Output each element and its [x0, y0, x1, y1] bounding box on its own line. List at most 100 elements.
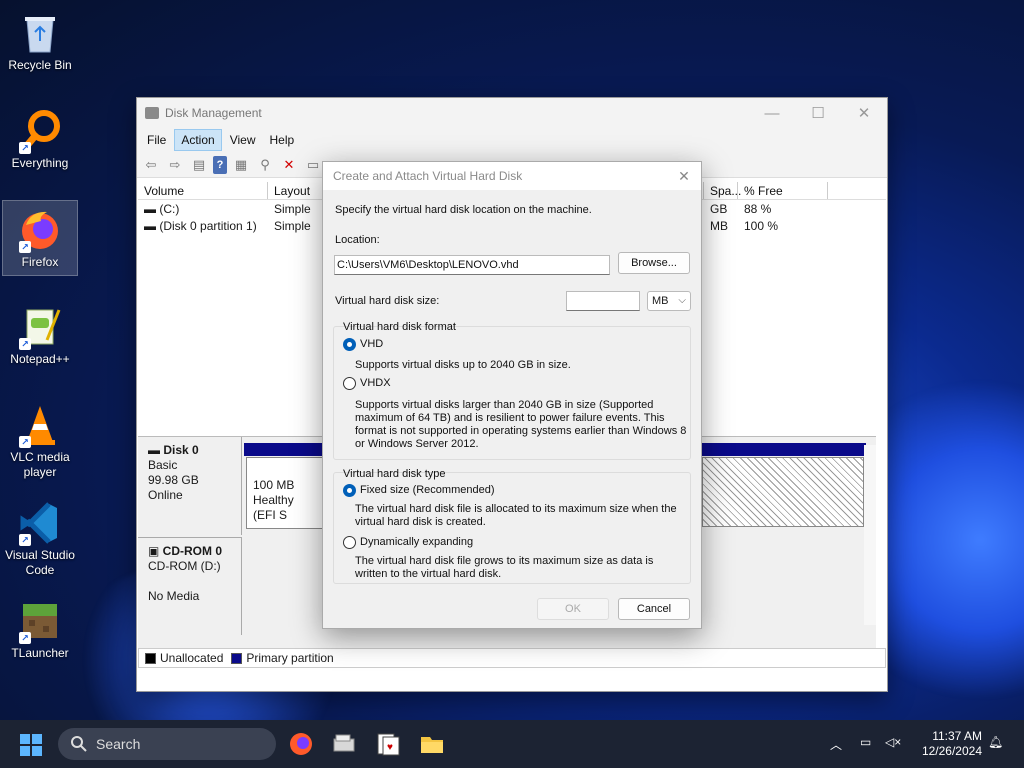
desktop-icon-label: Recycle Bin	[8, 58, 72, 72]
volume-space: MB	[710, 219, 728, 233]
back-icon[interactable]: ⇦	[141, 156, 161, 174]
vlc-icon: ↗	[17, 402, 63, 448]
forward-icon[interactable]: ⇨	[165, 156, 185, 174]
maximize-button[interactable]: ☐	[795, 98, 841, 128]
dynamic-label[interactable]: Dynamically expanding	[360, 536, 473, 549]
taskbar-solitaire[interactable]: ♥	[372, 728, 404, 760]
vhd-radio[interactable]	[343, 338, 356, 351]
fixed-size-radio[interactable]	[343, 484, 356, 497]
notification-bell-icon[interactable]: 🔔︎	[988, 735, 1003, 749]
desktop-icon-label: Everything	[11, 156, 69, 170]
desktop-icon-notepadpp[interactable]: ↗ Notepad++	[2, 298, 78, 374]
tlauncher-icon: ↗	[17, 598, 63, 644]
desktop-icon-vlc[interactable]: ↗ VLC media player	[2, 396, 78, 484]
clock-date: 12/26/2024	[921, 744, 982, 758]
help-icon[interactable]: ?	[213, 155, 227, 174]
shortcut-arrow-icon: ↗	[19, 534, 31, 546]
taskbar-firefox[interactable]	[285, 728, 317, 760]
taskbar-file-explorer[interactable]	[416, 728, 448, 760]
network-icon[interactable]: ▭	[860, 735, 871, 749]
disk-management-icon	[333, 734, 355, 752]
vhdx-label[interactable]: VHDX	[360, 377, 391, 390]
cards-icon: ♥	[377, 733, 400, 756]
desktop-icon-label: Visual Studio Code	[5, 548, 75, 577]
search-box[interactable]: Search	[58, 728, 276, 760]
menu-file[interactable]: File	[141, 130, 172, 150]
create-attach-vhd-dialog: Create and Attach Virtual Hard Disk ✕ Sp…	[322, 161, 702, 629]
shortcut-arrow-icon: ↗	[19, 632, 31, 644]
taskbar: Search ♥ ︿ ▭ ◁× 11:37 AM 12/26/2024 🔔︎	[0, 720, 1024, 768]
cancel-button[interactable]: Cancel	[618, 598, 690, 620]
search-icon	[71, 736, 87, 752]
shortcut-arrow-icon: ↗	[19, 338, 31, 350]
window-title: Disk Management	[165, 106, 262, 120]
drive-icon: ▬	[144, 202, 160, 216]
selected-partition[interactable]	[702, 457, 864, 527]
windows-logo-icon	[20, 734, 30, 744]
vscode-icon: ↗	[17, 500, 63, 546]
notepadpp-icon: ↗	[17, 304, 63, 350]
primary-partition-swatch	[231, 652, 243, 664]
connect-icon[interactable]: ⚲	[255, 156, 275, 174]
browse-button[interactable]: Browse...	[618, 252, 690, 274]
vhdx-radio[interactable]	[343, 377, 356, 390]
size-input[interactable]	[566, 291, 640, 311]
vhd-label[interactable]: VHD	[360, 338, 383, 351]
size-unit-select[interactable]: MB ⌵	[647, 291, 691, 311]
volume-space: GB	[710, 202, 728, 216]
desktop-icon-label: Firefox	[21, 255, 59, 269]
volume-free: 88 %	[744, 202, 772, 216]
volume-free: 100 %	[744, 219, 779, 233]
desktop-icon-everything[interactable]: ↗ Everything	[2, 102, 78, 178]
dynamic-description: The virtual hard disk file grows to its …	[355, 555, 654, 580]
partition-size: 100 MB	[253, 478, 295, 492]
folder-icon	[421, 737, 443, 753]
desktop-icon-label: Notepad++	[10, 352, 70, 366]
location-label: Location:	[335, 234, 380, 246]
vertical-scrollbar[interactable]	[864, 445, 876, 625]
clock[interactable]: 11:37 AM 12/26/2024	[922, 729, 982, 759]
type-group-title: Virtual hard disk type	[343, 468, 446, 480]
dynamic-radio[interactable]	[343, 536, 356, 549]
shortcut-arrow-icon: ↗	[19, 142, 31, 154]
location-input[interactable]: C:\Users\VM6\Desktop\LENOVO.vhd	[334, 255, 610, 275]
drive-icon: ▬	[144, 219, 160, 233]
fixed-size-label[interactable]: Fixed size (Recommended)	[360, 484, 495, 497]
unallocated-swatch	[145, 652, 156, 664]
cdrom-0-label[interactable]: ▣ CD-ROM 0 CD-ROM (D:) No Media	[138, 537, 242, 635]
desktop-icon-firefox[interactable]: ↗ Firefox	[2, 200, 78, 276]
console-tree-icon[interactable]: ▤	[189, 156, 209, 174]
desktop-icon-vscode[interactable]: ↗ Visual Studio Code	[2, 494, 78, 582]
window-controls: — ☐ ✕	[749, 98, 887, 128]
chevron-down-icon: ⌵	[678, 295, 686, 306]
ok-button[interactable]: OK	[537, 598, 609, 620]
menu-view[interactable]: View	[224, 130, 262, 150]
firefox-icon: ↗	[17, 207, 63, 253]
dialog-close-icon[interactable]: ✕	[675, 167, 693, 185]
chevron-up-icon[interactable]: ︿	[830, 736, 842, 753]
column-volume[interactable]: Volume	[138, 182, 268, 199]
dialog-body: Specify the virtual hard disk location o…	[323, 190, 701, 628]
firefox-icon	[290, 733, 312, 755]
delete-icon[interactable]: ✕	[279, 156, 299, 174]
volume-icon[interactable]: ◁×	[885, 735, 901, 749]
dialog-title: Create and Attach Virtual Hard Disk	[333, 169, 523, 183]
search-label: Search	[96, 736, 141, 752]
start-button[interactable]	[20, 734, 42, 756]
shortcut-arrow-icon: ↗	[19, 436, 31, 448]
document-icon[interactable]: ▭	[303, 156, 323, 174]
svg-text:♥: ♥	[387, 742, 393, 753]
column-percent-free[interactable]: % Free	[738, 182, 828, 199]
desktop-icon-recycle-bin[interactable]: Recycle Bin	[2, 4, 78, 80]
menu-help[interactable]: Help	[264, 130, 301, 150]
close-button[interactable]: ✕	[841, 98, 887, 128]
instruction-text: Specify the virtual hard disk location o…	[335, 204, 592, 216]
efi-partition[interactable]: 100 MB Healthy (EFI S	[246, 457, 324, 529]
taskbar-disk-management[interactable]	[328, 728, 360, 760]
properties-icon[interactable]: ▦	[231, 156, 251, 174]
menu-action[interactable]: Action	[174, 129, 222, 151]
desktop-icon-tlauncher[interactable]: ↗ TLauncher	[2, 592, 78, 668]
minimize-button[interactable]: —	[749, 98, 795, 128]
column-free-space[interactable]: Spa...	[704, 182, 741, 199]
disk-0-label[interactable]: ▬ Disk 0 Basic 99.98 GB Online	[138, 437, 242, 535]
